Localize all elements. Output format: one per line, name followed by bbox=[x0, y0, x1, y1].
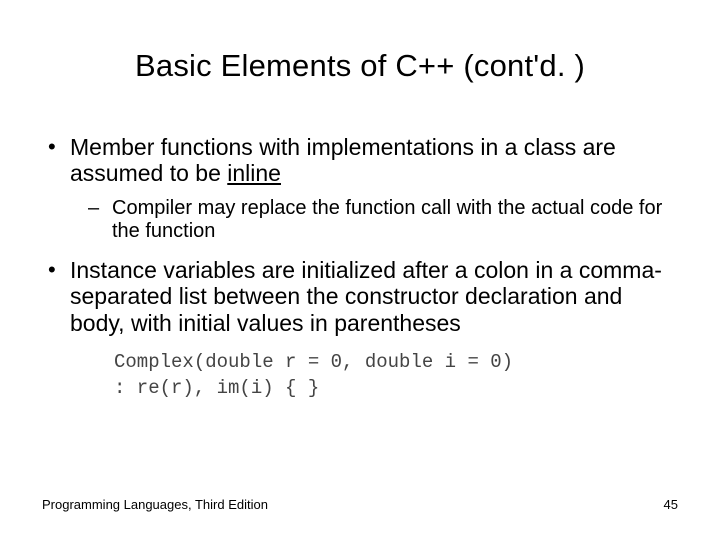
footer-left: Programming Languages, Third Edition bbox=[42, 497, 268, 512]
slide: Basic Elements of C++ (cont'd. ) Member … bbox=[0, 0, 720, 540]
slide-body: Member functions with implementations in… bbox=[0, 104, 720, 401]
bullet-text-underlined: inline bbox=[227, 160, 281, 186]
bullet-item: Instance variables are initialized after… bbox=[42, 257, 678, 336]
bullet-text: Instance variables are initialized after… bbox=[70, 257, 662, 336]
sub-bullet-text: Compiler may replace the function call w… bbox=[112, 197, 662, 242]
code-block: Complex(double r = 0, double i = 0) : re… bbox=[114, 350, 678, 401]
sub-bullet-list: Compiler may replace the function call w… bbox=[70, 197, 678, 243]
bullet-list: Member functions with implementations in… bbox=[42, 134, 678, 336]
code-line: : re(r), im(i) { } bbox=[114, 377, 319, 399]
bullet-item: Member functions with implementations in… bbox=[42, 134, 678, 243]
slide-title: Basic Elements of C++ (cont'd. ) bbox=[0, 0, 720, 104]
sub-bullet-item: Compiler may replace the function call w… bbox=[84, 197, 678, 243]
bullet-text: Member functions with implementations in… bbox=[70, 134, 616, 186]
footer-page-number: 45 bbox=[664, 497, 678, 512]
code-line: Complex(double r = 0, double i = 0) bbox=[114, 351, 513, 373]
